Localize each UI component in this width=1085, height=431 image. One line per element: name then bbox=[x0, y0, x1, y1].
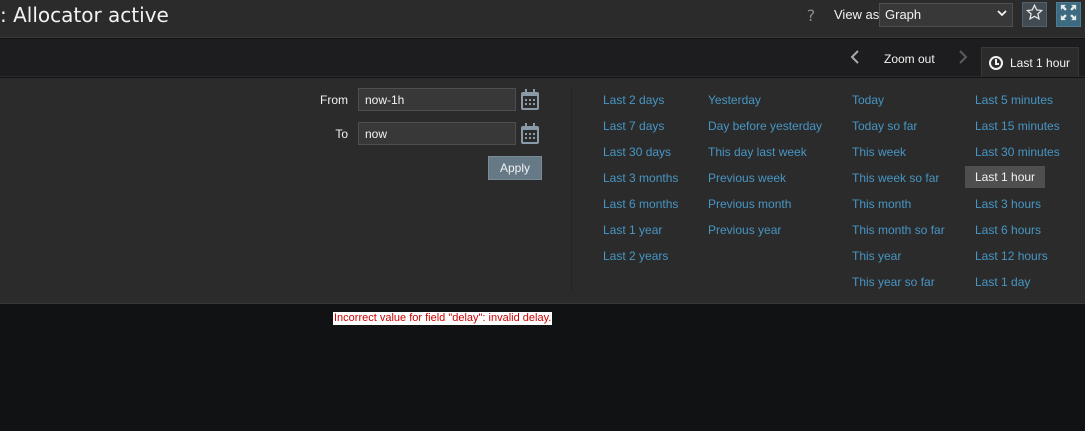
star-icon bbox=[1025, 3, 1044, 25]
apply-button[interactable]: Apply bbox=[488, 156, 542, 180]
calendar-icon[interactable] bbox=[521, 123, 539, 144]
view-as-selected-value: Graph bbox=[885, 7, 922, 22]
time-selector-bar: Zoom out Last 1 hour bbox=[0, 39, 1085, 77]
chevron-right-icon[interactable] bbox=[956, 50, 970, 66]
view-as-label: View as bbox=[834, 7, 880, 22]
from-field[interactable] bbox=[358, 88, 516, 111]
quick-range-link[interactable]: Today bbox=[852, 93, 884, 107]
quick-range-link[interactable]: This month so far bbox=[852, 223, 945, 237]
quick-range-link[interactable]: Last 3 months bbox=[603, 171, 678, 185]
quick-range-link[interactable]: Last 6 months bbox=[603, 197, 678, 211]
from-label: From bbox=[320, 93, 348, 107]
favourite-button[interactable] bbox=[1022, 2, 1047, 27]
error-message: Incorrect value for field "delay": inval… bbox=[333, 312, 553, 325]
quick-range-link[interactable]: Last 1 day bbox=[975, 275, 1030, 289]
page-title: : Allocator active bbox=[0, 3, 169, 27]
quick-range-link[interactable]: Last 15 minutes bbox=[975, 119, 1060, 133]
quick-range-link[interactable]: Today so far bbox=[852, 119, 917, 133]
quick-range-link[interactable]: Last 7 days bbox=[603, 119, 664, 133]
quick-range-link[interactable]: Last 1 year bbox=[603, 223, 662, 237]
tab-time-range-label: Last 1 hour bbox=[1010, 55, 1071, 70]
calendar-icon[interactable] bbox=[521, 89, 539, 110]
quick-range-link[interactable]: Last 3 hours bbox=[975, 197, 1041, 211]
quick-range-link[interactable]: Last 5 minutes bbox=[975, 93, 1053, 107]
quick-range-link[interactable]: Last 6 hours bbox=[975, 223, 1041, 237]
quick-range-link[interactable]: Last 2 days bbox=[603, 93, 664, 107]
fullscreen-icon bbox=[1060, 4, 1077, 25]
quick-range-link[interactable]: This year bbox=[852, 249, 901, 263]
quick-range-link-selected[interactable]: Last 1 hour bbox=[965, 166, 1046, 188]
quick-range-link[interactable]: Previous year bbox=[708, 223, 781, 237]
chevron-left-icon[interactable] bbox=[848, 50, 862, 66]
quick-range-link[interactable]: This month bbox=[852, 197, 911, 211]
quick-range-link[interactable]: Previous week bbox=[708, 171, 786, 185]
quick-range-link[interactable]: Last 2 years bbox=[603, 249, 668, 263]
panel-divider bbox=[571, 88, 572, 293]
quick-range-link[interactable]: This week so far bbox=[852, 171, 939, 185]
quick-range-link[interactable]: This year so far bbox=[852, 275, 935, 289]
chevron-down-icon bbox=[997, 8, 1007, 21]
quick-range-link[interactable]: Last 30 minutes bbox=[975, 145, 1060, 159]
tab-time-range[interactable]: Last 1 hour bbox=[981, 47, 1079, 77]
to-field[interactable] bbox=[358, 122, 516, 145]
quick-range-link[interactable]: This day last week bbox=[708, 145, 807, 159]
fullscreen-button[interactable] bbox=[1056, 2, 1081, 27]
clock-icon bbox=[989, 55, 1003, 70]
quick-range-link[interactable]: Last 12 hours bbox=[975, 249, 1048, 263]
quick-range-link[interactable]: This week bbox=[852, 145, 906, 159]
to-label: To bbox=[335, 127, 348, 141]
quick-range-link[interactable]: Yesterday bbox=[708, 93, 761, 107]
question-icon[interactable]: ? bbox=[804, 6, 818, 26]
page-header: : Allocator active ? View as Graph bbox=[0, 0, 1085, 38]
time-filter-panel: From To Apply Last 2 days Last 7 days La… bbox=[0, 78, 1085, 304]
quick-range-link[interactable]: Day before yesterday bbox=[708, 119, 822, 133]
quick-range-link[interactable]: Previous month bbox=[708, 197, 791, 211]
quick-range-link[interactable]: Last 30 days bbox=[603, 145, 671, 159]
zoom-out-button[interactable]: Zoom out bbox=[884, 52, 935, 66]
view-as-select[interactable]: Graph bbox=[879, 3, 1013, 27]
